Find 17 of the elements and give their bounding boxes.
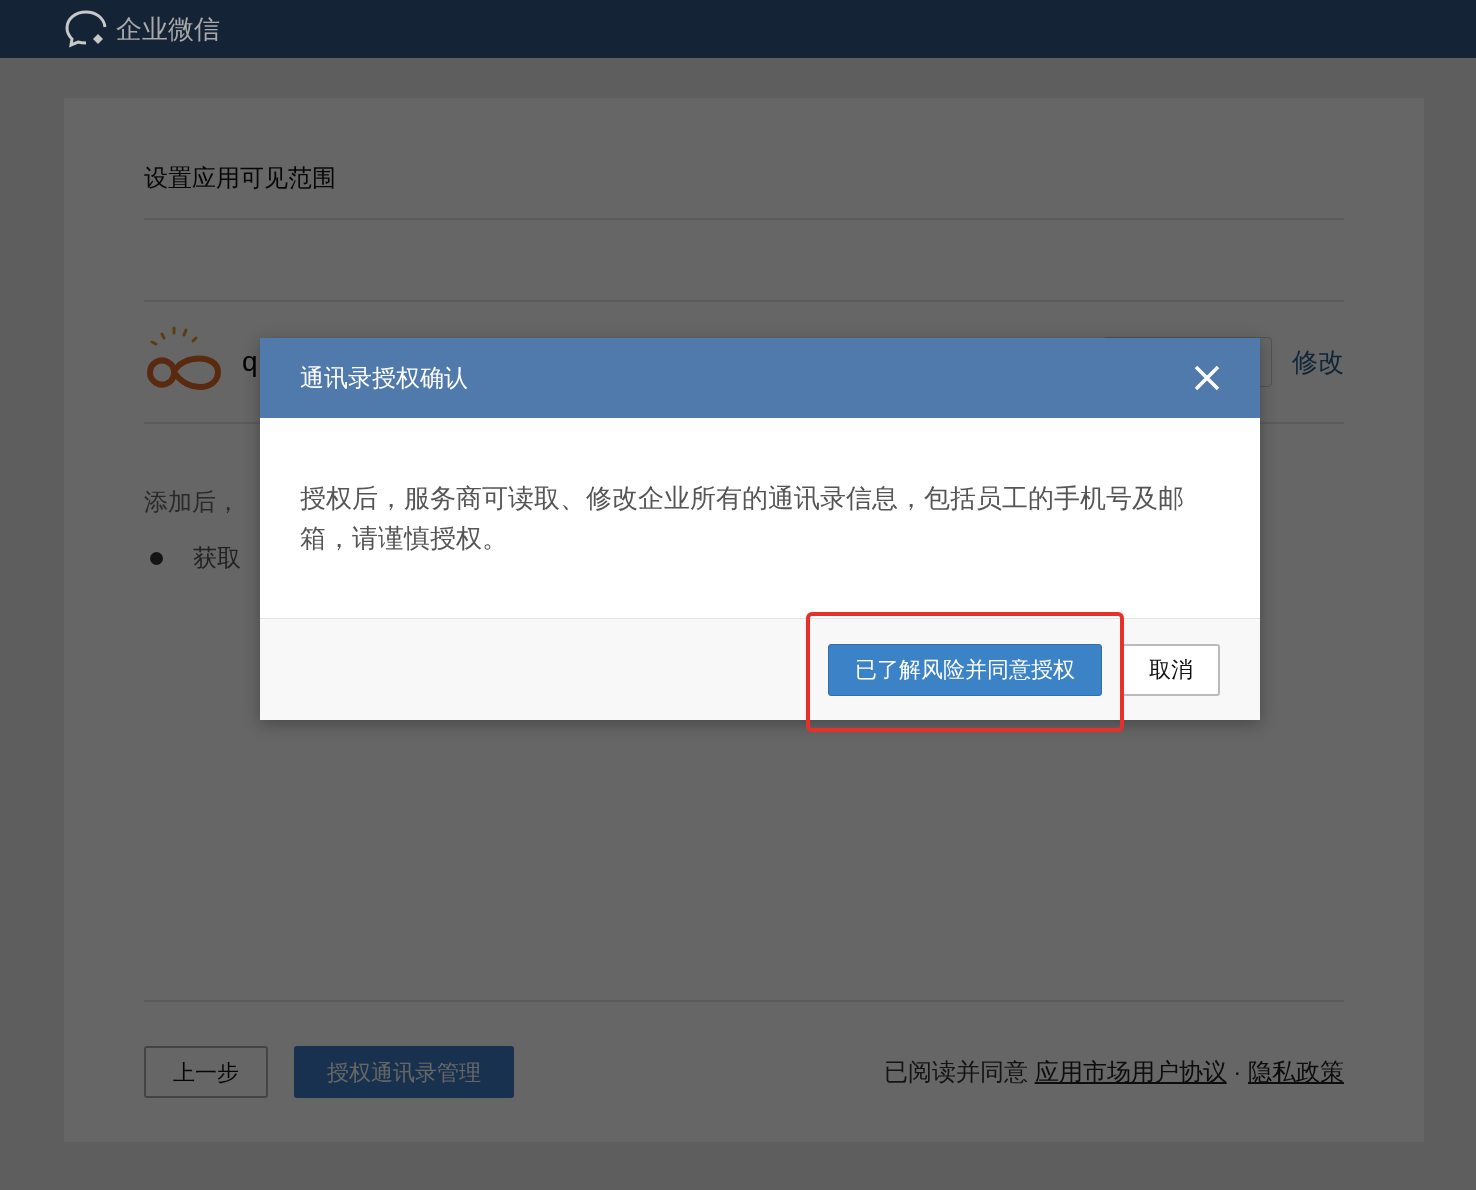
bullet-icon bbox=[150, 551, 163, 565]
agreement-text: 已阅读并同意 应用市场用户协议 · 隐私政策 bbox=[884, 1057, 1344, 1087]
brand-name: 企业微信 bbox=[116, 12, 220, 46]
cancel-button[interactable]: 取消 bbox=[1122, 643, 1220, 696]
app-name: q bbox=[242, 345, 258, 379]
bullet-text: 获取 bbox=[193, 543, 241, 573]
agreement-link[interactable]: 应用市场用户协议 bbox=[1034, 1058, 1227, 1085]
authorize-button[interactable]: 授权通讯录管理 bbox=[294, 1046, 514, 1098]
page-title: 设置应用可见范围 bbox=[144, 162, 337, 193]
agree-button[interactable]: 已了解风险并同意授权 bbox=[828, 643, 1102, 696]
note-text: 添加后， bbox=[144, 487, 240, 517]
back-button[interactable]: 上一步 bbox=[144, 1046, 268, 1098]
edit-link[interactable]: 修改 bbox=[1292, 342, 1344, 382]
agreement-link[interactable]: 隐私政策 bbox=[1248, 1058, 1344, 1085]
close-button[interactable] bbox=[1194, 365, 1220, 391]
dialog-message: 授权后，服务商可读取、修改企业所有的通讯录信息，包括员工的手机号及邮箱，请谨慎授权。 bbox=[300, 482, 1185, 555]
dialog-title: 通讯录授权确认 bbox=[300, 363, 468, 393]
